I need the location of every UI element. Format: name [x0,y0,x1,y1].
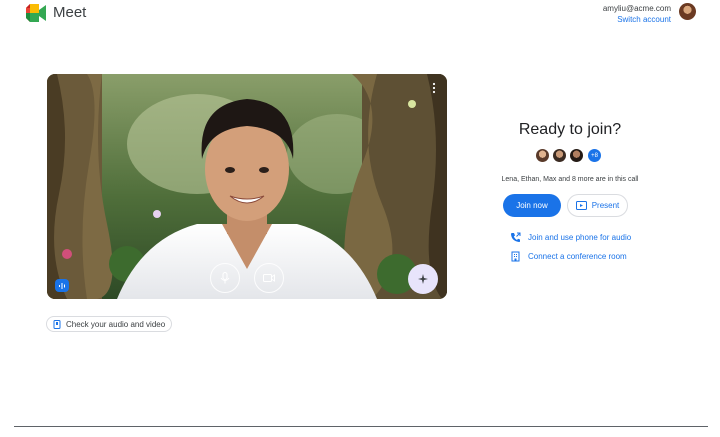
check-audio-video-label: Check your audio and video [66,319,166,329]
present-button[interactable]: Present [567,194,628,217]
microphone-icon [220,272,230,284]
microphone-toggle-button[interactable] [210,263,240,293]
ready-to-join-heading: Ready to join? [518,121,622,138]
camera-icon [263,274,275,282]
sparkle-icon [418,274,428,284]
top-bar: Meet amyliu@acme.com Switch account [0,0,720,28]
audio-level-indicator [55,279,69,292]
present-screen-icon [575,201,587,210]
phone-forward-icon [510,232,521,243]
sound-wave-icon [59,282,65,289]
connect-conference-room-link[interactable]: Connect a conference room [510,251,627,262]
bottom-divider [14,426,708,427]
audio-check-icon [53,319,61,329]
account-email: amyliu@acme.com [602,4,671,13]
visual-effects-button[interactable] [408,264,438,294]
connect-conference-room-label: Connect a conference room [528,252,627,261]
check-audio-video-button[interactable]: Check your audio and video [46,316,172,332]
present-label: Present [591,201,620,210]
join-now-button[interactable]: Join now [503,194,561,217]
more-options-icon[interactable] [431,82,437,94]
meet-logo-icon [26,4,46,22]
join-phone-audio-link[interactable]: Join and use phone for audio [510,232,631,243]
app-title: Meet [53,4,87,21]
camera-feed-image [47,74,447,299]
conference-room-icon [510,251,521,262]
more-participants-badge: +8 [588,149,601,162]
camera-toggle-button[interactable] [254,263,284,293]
participant-avatar [553,149,566,162]
participant-avatar [570,149,583,162]
account-avatar[interactable] [679,3,696,20]
participant-avatar [536,149,549,162]
video-preview [47,74,447,299]
participants-in-call-text: Lena, Ethan, Max and 8 more are in this … [501,176,639,183]
join-phone-audio-label: Join and use phone for audio [528,233,632,242]
switch-account-link[interactable]: Switch account [603,14,671,25]
account-info: amyliu@acme.com Switch account [603,3,671,25]
